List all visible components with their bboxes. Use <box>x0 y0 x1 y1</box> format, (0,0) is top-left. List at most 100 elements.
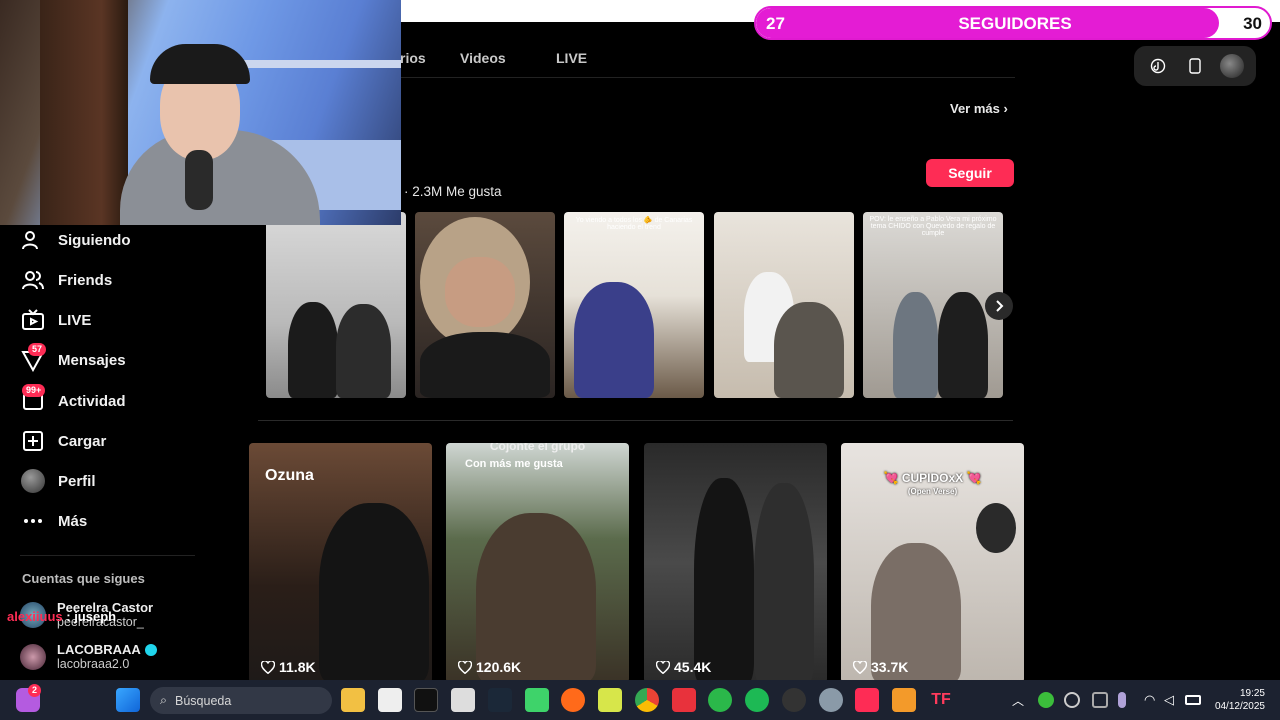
sidebar-item-label: Actividad <box>58 392 126 410</box>
settings-icon[interactable] <box>819 688 843 712</box>
chrome-icon[interactable] <box>635 688 659 712</box>
battery-icon[interactable] <box>1185 695 1201 705</box>
section-divider <box>258 420 1013 421</box>
tab-reposts[interactable]: rios <box>400 44 460 74</box>
views-count: 45.4K <box>674 659 712 675</box>
app-icon[interactable] <box>708 688 732 712</box>
chat-message-overlay: alexiiuus : juseph <box>7 609 116 624</box>
video-card[interactable]: 45.4K <box>644 443 827 683</box>
chevron-right-icon: › <box>1003 101 1008 116</box>
sidebar-item-label: Más <box>58 512 88 530</box>
tab-live[interactable]: LIVE <box>556 44 616 74</box>
person <box>574 282 654 398</box>
tray-app-icon[interactable] <box>1038 692 1054 708</box>
tray-app-icon[interactable] <box>1092 692 1108 708</box>
start-icon[interactable] <box>116 688 140 712</box>
volume-icon[interactable]: ◁ <box>1164 692 1180 708</box>
wifi-icon[interactable]: ◠ <box>1144 692 1160 708</box>
widgets-icon[interactable]: 2 <box>16 684 42 712</box>
sidebar-item-activity[interactable]: 99+ Actividad <box>20 384 126 416</box>
person <box>694 478 754 683</box>
views-count: 120.6K <box>476 659 522 675</box>
sidebar-item-profile[interactable]: Perfil <box>20 466 96 496</box>
app-icon[interactable] <box>598 688 622 712</box>
sidebar-item-more[interactable]: Más <box>20 506 87 536</box>
followed-account[interactable]: LACOBRAAA lacobraaa2.0 <box>20 642 157 671</box>
person <box>938 292 988 398</box>
video-card[interactable]: 💘 CUPIDOxX 💘 (Open Verse) 33.7K <box>841 443 1024 683</box>
video-card[interactable]: Cojonte el grupo Con más me gusta 120.6K <box>446 443 629 683</box>
capcut-icon[interactable] <box>378 688 402 712</box>
tiktok-app-icon[interactable] <box>414 688 438 712</box>
sidebar-item-following[interactable]: Siguiendo <box>20 225 131 255</box>
tiktok-icon[interactable] <box>1145 53 1171 79</box>
profile-icon <box>20 468 46 494</box>
mic-icon[interactable] <box>1118 692 1126 708</box>
person <box>288 302 338 398</box>
repost-thumbnail[interactable] <box>266 212 406 398</box>
studio-mic <box>976 503 1016 553</box>
carousel-next-button[interactable] <box>985 292 1013 320</box>
sidebar-item-live[interactable]: LIVE <box>20 305 91 335</box>
account-name: LACOBRAAA <box>57 642 141 657</box>
obs-icon[interactable] <box>782 688 806 712</box>
app-icon[interactable] <box>525 688 549 712</box>
see-more-link[interactable]: Ver más › <box>950 101 1008 116</box>
phone-icon[interactable] <box>1182 53 1208 79</box>
heart-icon <box>261 660 275 674</box>
notification-badge: 57 <box>28 343 47 356</box>
file-explorer-icon[interactable] <box>341 688 365 712</box>
sidebar-item-messages[interactable]: 57 Mensajes <box>20 343 126 375</box>
video-views: 33.7K <box>853 659 908 675</box>
sidebar-item-label: Cargar <box>58 432 107 450</box>
heart-icon <box>853 660 867 674</box>
sidebar-item-label: Friends <box>58 271 113 289</box>
live-icon <box>20 307 46 333</box>
person <box>476 513 596 683</box>
chevron-up-icon[interactable]: ︿ <box>1012 692 1028 708</box>
fl-studio-icon[interactable] <box>892 688 916 712</box>
clock[interactable]: 19:25 04/12/2025 <box>1205 687 1265 713</box>
follow-button[interactable]: Seguir <box>926 159 1014 187</box>
upload-icon <box>20 428 46 454</box>
floating-toolbar <box>1134 46 1256 86</box>
following-icon <box>20 227 46 253</box>
app-icon[interactable] <box>451 688 475 712</box>
avatar[interactable] <box>1219 53 1245 79</box>
door <box>40 0 128 225</box>
heart-icon <box>656 660 670 674</box>
sidebar-item-friends[interactable]: Friends <box>20 265 112 295</box>
sidebar-item-label: Mensajes <box>58 351 126 369</box>
person <box>754 483 814 683</box>
repost-thumbnail[interactable] <box>714 212 854 398</box>
search-input[interactable]: ⌕ Búsqueda <box>150 687 332 714</box>
browser-icon[interactable] <box>561 688 585 712</box>
clock-time: 19:25 <box>1239 688 1265 699</box>
video-subtitle: (Open Verse) <box>907 487 958 496</box>
steam-icon[interactable] <box>488 688 512 712</box>
person <box>893 292 938 398</box>
views-count: 11.8K <box>279 659 316 675</box>
repost-thumbnail[interactable]: POV: le enseño a Pablo Vera mi próximo t… <box>863 212 1003 398</box>
clock-date: 04/12/2025 <box>1214 701 1265 712</box>
follower-goal-bar: SEGUIDORES 27 30 <box>754 6 1272 40</box>
notification-badge: 2 <box>28 684 42 697</box>
tab-videos[interactable]: Videos <box>460 44 556 74</box>
tray-app-icon[interactable] <box>1064 692 1080 708</box>
app-icon[interactable]: TF <box>929 688 953 712</box>
repost-thumbnail[interactable]: Yo viendo a todos los 🫵 de Canarias haci… <box>564 212 704 398</box>
avatar <box>20 643 46 670</box>
sidebar-item-upload[interactable]: Cargar <box>20 426 106 456</box>
video-card[interactable]: Ozuna 11.8K <box>249 443 432 683</box>
more-icon <box>20 508 46 534</box>
person <box>774 302 844 398</box>
views-count: 33.7K <box>871 659 909 675</box>
webcam-overlay <box>0 0 401 225</box>
search-icon: ⌕ <box>160 693 168 707</box>
spotify-icon[interactable] <box>745 688 769 712</box>
person <box>319 503 429 683</box>
repost-thumbnail[interactable] <box>415 212 555 398</box>
app-icon[interactable] <box>672 688 696 712</box>
tiktok-live-icon[interactable] <box>855 688 879 712</box>
video-views: 120.6K <box>458 659 521 675</box>
